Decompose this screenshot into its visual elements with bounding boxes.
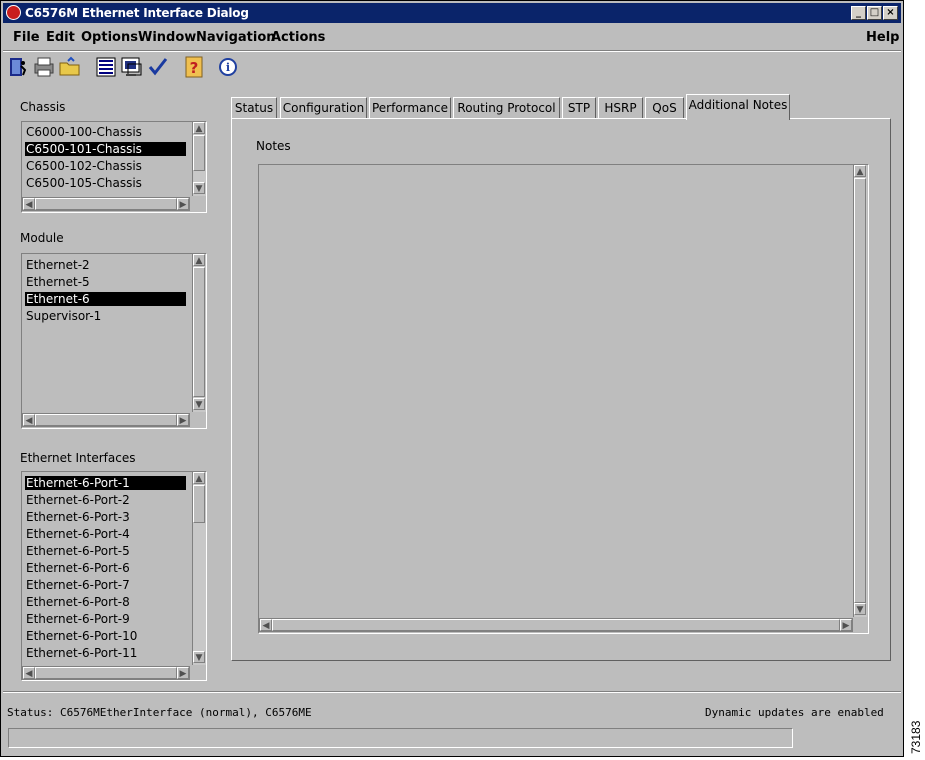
list-item[interactable]: Ethernet-6-Port-8 [25,595,130,609]
vertical-scrollbar[interactable]: ▲ ▼ [192,122,206,196]
list-item[interactable]: Ethernet-6-Port-2 [25,493,130,507]
progress-bar [8,728,793,748]
scroll-thumb[interactable] [35,414,177,426]
list-item-selected[interactable]: Ethernet-6-Port-1 [25,476,186,490]
list-item[interactable]: Ethernet-6-Port-4 [25,527,130,541]
horizontal-scrollbar[interactable]: ◀ ▶ [22,413,190,427]
list-item[interactable]: C6500-102-Chassis [25,159,142,173]
horizontal-scrollbar[interactable]: ◀ ▶ [22,666,190,680]
info-icon[interactable]: i [216,55,240,79]
scroll-thumb[interactable] [854,178,866,603]
figure-number: 73183 [905,712,925,757]
menu-navigation[interactable]: Navigation [196,30,276,45]
scroll-left-icon[interactable]: ◀ [260,619,272,631]
exit-icon[interactable] [6,55,30,79]
scroll-up-icon[interactable]: ▲ [193,472,205,484]
scroll-thumb[interactable] [193,267,205,397]
scroll-down-icon[interactable]: ▼ [193,398,205,410]
list-item[interactable]: C6000-100-Chassis [25,125,142,139]
scroll-left-icon[interactable]: ◀ [23,198,35,210]
tab-routing-protocol[interactable]: Routing Protocol [453,97,560,119]
module-list[interactable]: Ethernet-2 Ethernet-5 Ethernet-6 Supervi… [21,253,207,429]
list-item[interactable]: Ethernet-6-Port-5 [25,544,130,558]
list-item[interactable]: Ethernet-6-Port-11 [25,646,137,660]
open-folder-icon[interactable] [58,55,82,79]
maximize-button[interactable]: □ [867,6,882,20]
scroll-right-icon[interactable]: ▶ [177,414,189,426]
list-item[interactable]: C6500-105-Chassis [25,176,142,190]
scroll-left-icon[interactable]: ◀ [23,667,35,679]
list-item[interactable]: Ethernet-6-Port-10 [25,629,137,643]
print-icon[interactable] [32,55,56,79]
menu-actions[interactable]: Actions [271,30,325,45]
tab-configuration[interactable]: Configuration [280,97,367,119]
scroll-thumb[interactable] [193,485,205,523]
vertical-scrollbar[interactable]: ▲ ▼ [192,254,206,412]
list-item-selected[interactable]: Ethernet-6 [25,292,186,306]
close-button[interactable]: × [883,6,898,20]
scroll-down-icon[interactable]: ▼ [854,603,866,615]
list-item[interactable]: Ethernet-2 [25,258,90,272]
list-item[interactable]: Ethernet-6-Port-9 [25,612,130,626]
scroll-down-icon[interactable]: ▼ [193,651,205,663]
menu-file[interactable]: File [13,30,40,45]
interfaces-list[interactable]: Ethernet-6-Port-1 Ethernet-6-Port-2 Ethe… [21,471,207,681]
scroll-up-icon[interactable]: ▲ [193,254,205,266]
monitor-icon[interactable] [120,55,144,79]
menu-window[interactable]: Window [138,30,196,45]
list-item[interactable]: Ethernet-6-Port-3 [25,510,130,524]
tab-status[interactable]: Status [231,97,277,119]
minimize-button[interactable]: _ [851,6,866,20]
window-title: C6576M Ethernet Interface Dialog [25,6,249,20]
scroll-right-icon[interactable]: ▶ [177,667,189,679]
horizontal-scrollbar[interactable]: ◀ ▶ [22,197,190,211]
tab-qos[interactable]: QoS [645,97,684,119]
chassis-list[interactable]: C6000-100-Chassis C6500-101-Chassis C650… [21,121,207,213]
scroll-right-icon[interactable]: ▶ [177,198,189,210]
menu-separator [3,50,901,52]
scroll-thumb[interactable] [272,619,840,631]
app-icon[interactable] [6,5,21,20]
tab-additional-notes[interactable]: Additional Notes [686,94,790,120]
chassis-label: Chassis [20,100,66,114]
scroll-down-icon[interactable]: ▼ [193,182,205,194]
list-item[interactable]: Ethernet-6-Port-6 [25,561,130,575]
help-icon[interactable]: ? [182,55,206,79]
horizontal-scrollbar[interactable]: ◀ ▶ [259,618,853,632]
list-item[interactable]: Supervisor-1 [25,309,101,323]
scroll-thumb[interactable] [193,135,205,171]
menu-edit[interactable]: Edit [46,30,75,45]
scroll-up-icon[interactable]: ▲ [854,165,866,177]
status-separator [3,691,901,693]
status-text: Status: C6576MEtherInterface (normal), C… [7,706,312,719]
svg-text:i: i [226,61,230,74]
scroll-up-icon[interactable]: ▲ [193,122,205,134]
scroll-left-icon[interactable]: ◀ [23,414,35,426]
menu-help[interactable]: Help [866,30,899,45]
list-icon[interactable] [94,55,118,79]
menu-bar: File Edit Options Window Navigation Acti… [3,25,901,49]
scroll-thumb[interactable] [35,667,177,679]
vertical-scrollbar[interactable]: ▲ ▼ [192,472,206,665]
list-item[interactable]: Ethernet-5 [25,275,90,289]
list-item-selected[interactable]: C6500-101-Chassis [25,142,186,156]
tab-performance[interactable]: Performance [369,97,451,119]
scroll-right-icon[interactable]: ▶ [840,619,852,631]
check-icon[interactable] [146,55,170,79]
title-bar[interactable]: C6576M Ethernet Interface Dialog _ □ × [3,3,901,23]
tab-stp[interactable]: STP [562,97,596,119]
interfaces-label: Ethernet Interfaces [20,451,136,465]
notes-textarea[interactable]: ▲ ▼ ◀ ▶ [258,164,869,634]
vertical-scrollbar[interactable]: ▲ ▼ [853,165,867,617]
svg-text:?: ? [190,59,199,77]
figure-number-text: 73183 [909,720,923,754]
menu-options[interactable]: Options [81,30,138,45]
module-label: Module [20,231,64,245]
list-item[interactable]: Ethernet-6-Port-7 [25,578,130,592]
dialog-window: C6576M Ethernet Interface Dialog _ □ × F… [0,0,904,757]
scroll-thumb[interactable] [35,198,177,210]
tab-hsrp[interactable]: HSRP [598,97,643,119]
notes-label: Notes [256,139,291,153]
dynamic-updates-text: Dynamic updates are enabled [705,706,884,719]
